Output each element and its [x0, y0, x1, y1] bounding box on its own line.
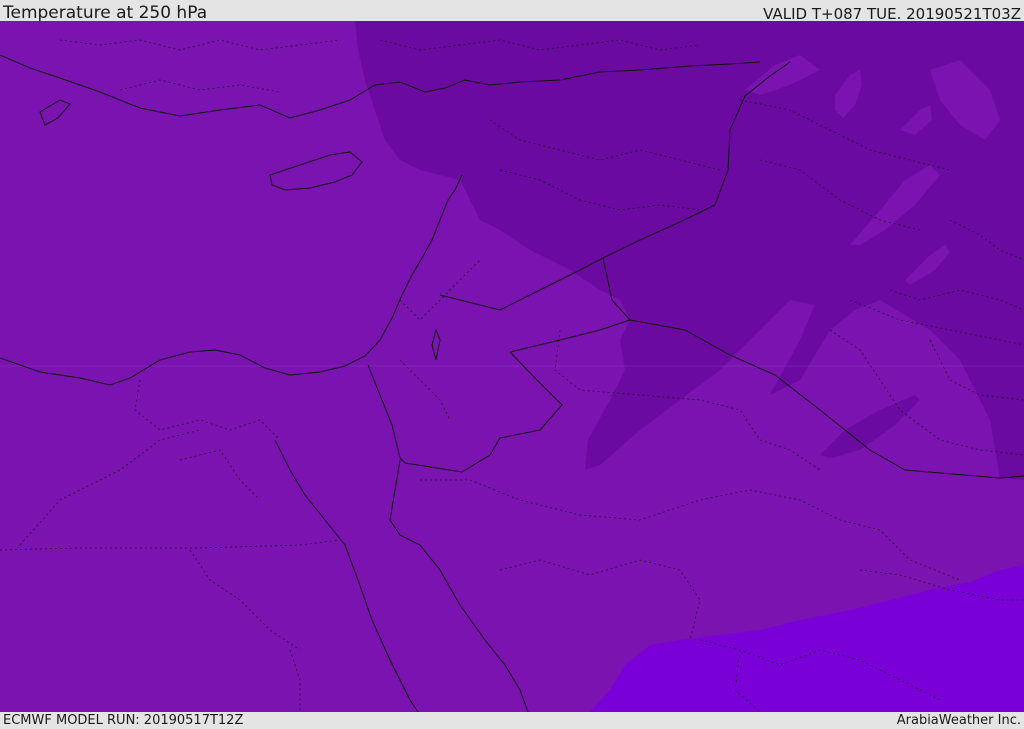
header-bar: Temperature at 250 hPa VALID T+087 TUE. …	[0, 0, 1024, 23]
weather-map[interactable]	[0, 21, 1024, 712]
map-canvas	[0, 21, 1024, 712]
credit-label: ArabiaWeather Inc.	[896, 713, 1021, 728]
model-run-label: ECMWF MODEL RUN: 20190517T12Z	[3, 713, 244, 728]
footer-bar: ECMWF MODEL RUN: 20190517T12Z ArabiaWeat…	[0, 712, 1024, 729]
